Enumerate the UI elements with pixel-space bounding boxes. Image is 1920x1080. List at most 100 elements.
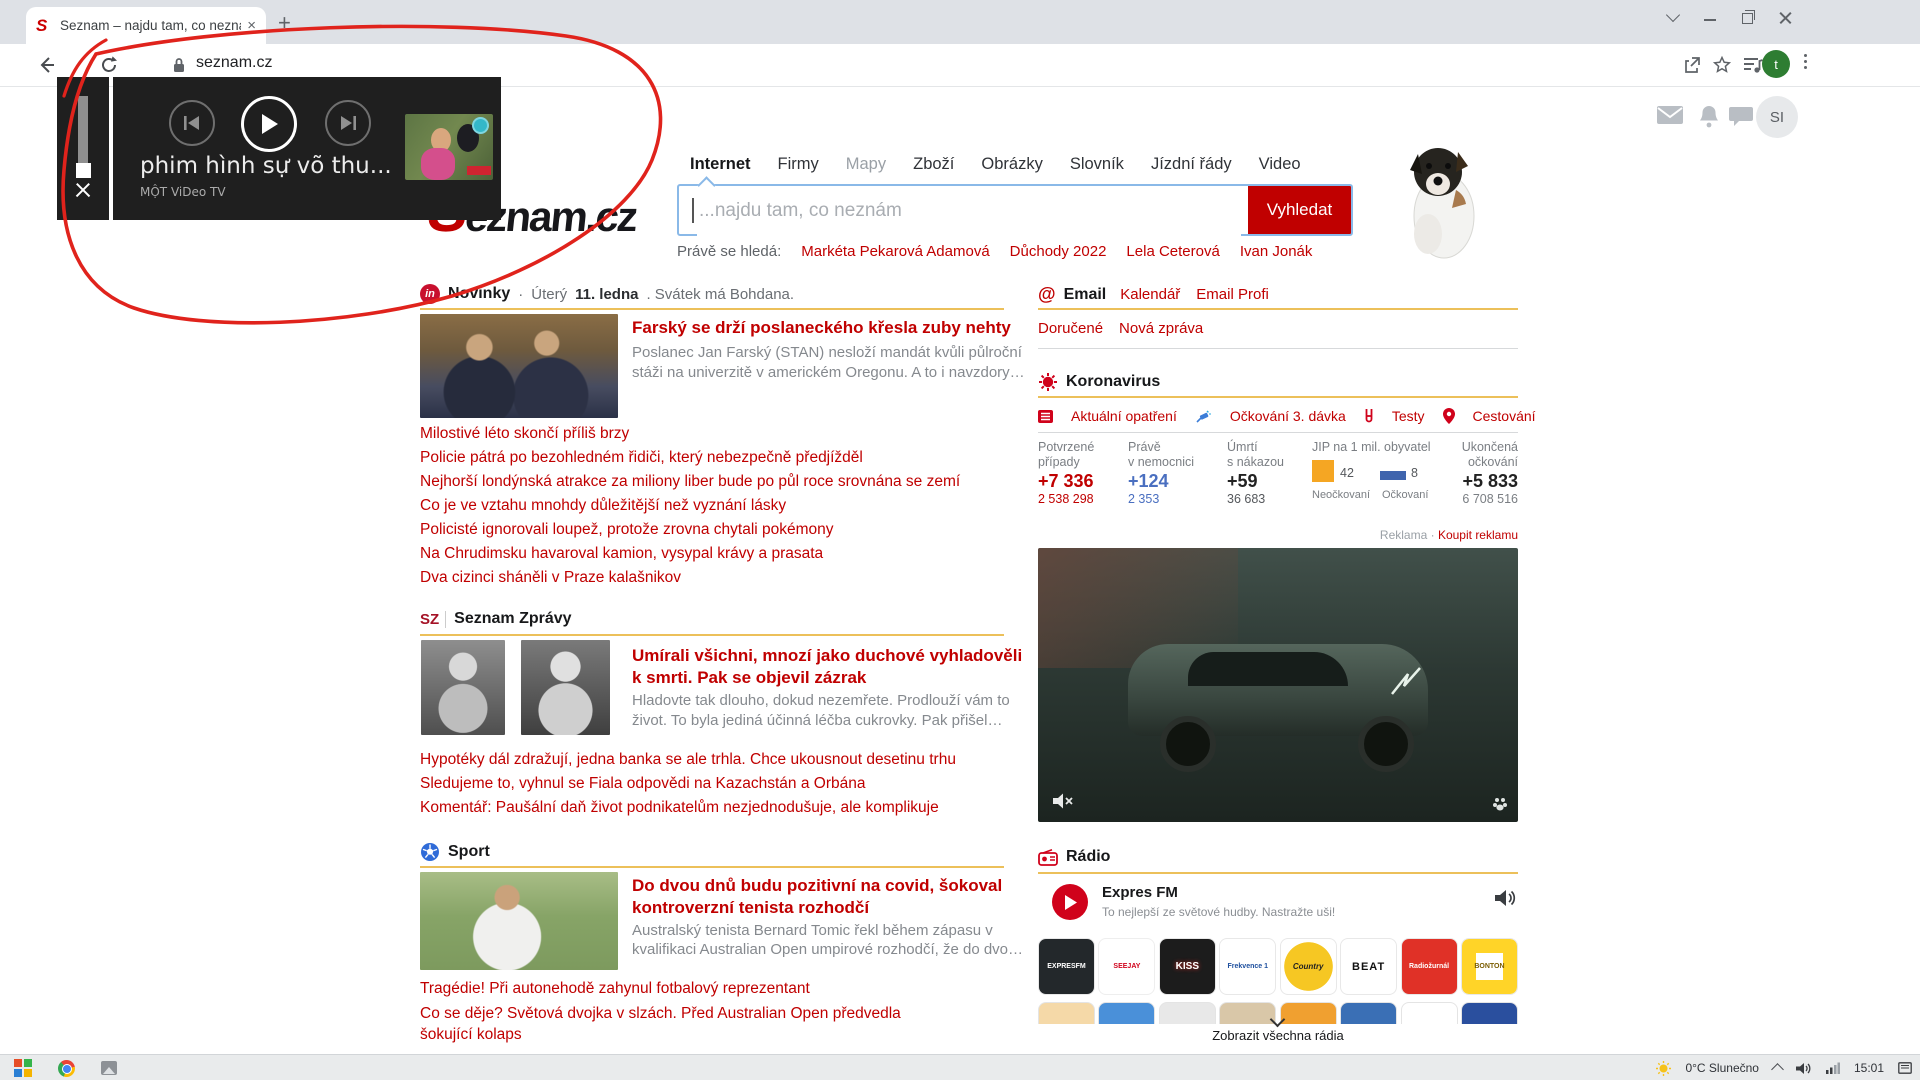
tab-mapy[interactable]: Mapy <box>846 155 886 174</box>
news-link[interactable]: Na Chrudimsku havaroval kamion, vysypal … <box>420 542 1020 566</box>
radio-tile-partial[interactable] <box>1401 1002 1458 1024</box>
previous-track-button[interactable] <box>169 100 215 146</box>
novinky-headline[interactable]: Farský se drží poslaneckého křesla zuby … <box>632 318 1011 338</box>
tab-firmy[interactable]: Firmy <box>778 155 819 174</box>
novinky-article-image[interactable] <box>420 314 618 418</box>
play-button[interactable] <box>241 96 297 152</box>
news-link[interactable]: Komentář: Paušální daň život podnikatelů… <box>420 796 1020 820</box>
tab-obrazky[interactable]: Obrázky <box>981 155 1042 174</box>
sport-article-image[interactable] <box>420 872 618 970</box>
sport-title[interactable]: Sport <box>448 843 490 861</box>
tab-close-icon[interactable]: × <box>247 17 256 34</box>
news-link[interactable]: Policisté ignorovali loupež, protože zro… <box>420 518 1020 542</box>
notification-center-icon[interactable] <box>1898 1062 1912 1074</box>
weather-text[interactable]: 0°C Slunečno <box>1685 1061 1759 1075</box>
tab-jizdni-rady[interactable]: Jízdní řády <box>1151 155 1232 174</box>
start-button[interactable] <box>14 1059 32 1077</box>
car-ad-banner[interactable] <box>1038 548 1518 822</box>
chrome-taskbar-icon[interactable] <box>58 1060 75 1077</box>
search-input[interactable] <box>697 186 1241 236</box>
new-tab-button[interactable]: + <box>278 10 291 36</box>
korona-link[interactable]: Aktuální opatření <box>1071 408 1177 424</box>
volume-slider-thumb[interactable] <box>76 163 91 178</box>
radio-tile-partial[interactable] <box>1098 1002 1155 1024</box>
radio-tile[interactable]: BEAT <box>1340 938 1397 995</box>
new-message-link[interactable]: Nová zpráva <box>1119 320 1203 337</box>
korona-link[interactable]: Testy <box>1392 408 1425 424</box>
notifications-bell-icon[interactable] <box>1698 104 1720 128</box>
window-restore-button[interactable] <box>1742 13 1753 24</box>
volume-slider[interactable] <box>78 96 88 166</box>
inbox-link[interactable]: Doručené <box>1038 320 1103 337</box>
tray-expand-icon[interactable] <box>1771 1063 1784 1076</box>
zpravy-article-image[interactable] <box>421 640 505 735</box>
news-link[interactable]: Sledujeme to, vyhnul se Fiala odpovědi n… <box>420 772 1020 796</box>
reload-button[interactable] <box>98 54 120 76</box>
radio-tile[interactable]: SEEJAY <box>1098 938 1155 995</box>
share-icon[interactable] <box>1682 55 1702 75</box>
radio-tile[interactable]: BONTON <box>1461 938 1518 995</box>
radio-tile[interactable]: Frekvence 1 <box>1219 938 1276 995</box>
bookmark-star-icon[interactable] <box>1712 55 1732 75</box>
news-link[interactable]: Tragédie! Při autonehodě zahynul fotbalo… <box>420 978 920 999</box>
zpravy-article-image[interactable] <box>521 640 610 735</box>
back-button[interactable] <box>36 54 58 76</box>
radio-tile-partial[interactable] <box>1159 1002 1216 1024</box>
radio-tile-partial[interactable] <box>1340 1002 1397 1024</box>
radio-title[interactable]: Rádio <box>1066 848 1110 866</box>
korona-title[interactable]: Koronavirus <box>1066 373 1160 391</box>
news-link[interactable]: Dva cizinci sháněli v Praze kalašnikov <box>420 566 1020 590</box>
photos-taskbar-icon[interactable] <box>101 1061 117 1075</box>
media-controls-icon[interactable] <box>1742 56 1764 74</box>
browser-tab[interactable]: S Seznam – najdu tam, co neznám × <box>26 7 266 44</box>
tab-video[interactable]: Video <box>1259 155 1301 174</box>
trending-link[interactable]: Lela Ceterová <box>1126 243 1219 260</box>
zpravy-title[interactable]: Seznam Zprávy <box>454 610 571 628</box>
news-link[interactable]: Co se děje? Světová dvojka v slzách. Pře… <box>420 1003 920 1045</box>
player-close-icon[interactable] <box>74 181 92 199</box>
tab-slovnik[interactable]: Slovník <box>1070 155 1124 174</box>
radio-tile[interactable]: Country <box>1280 938 1337 995</box>
news-link[interactable]: Hypotéky dál zdražují, jedna banka se al… <box>420 748 1020 772</box>
media-thumbnail[interactable] <box>405 114 493 180</box>
browser-menu-icon[interactable] <box>1804 51 1807 72</box>
radio-station-name[interactable]: Expres FM <box>1102 884 1178 901</box>
radio-tile[interactable]: Radiožurnál <box>1401 938 1458 995</box>
novinky-title[interactable]: Novinky <box>448 285 510 303</box>
news-link[interactable]: Milostivé léto skončí příliš brzy <box>420 422 1020 446</box>
trending-link[interactable]: Důchody 2022 <box>1010 243 1107 260</box>
padlock-icon[interactable] <box>172 57 186 73</box>
url-text[interactable]: seznam.cz <box>196 54 272 72</box>
window-minimize-button[interactable] <box>1704 19 1716 21</box>
next-track-button[interactable] <box>325 100 371 146</box>
tray-network-icon[interactable] <box>1826 1062 1840 1074</box>
tray-volume-icon[interactable] <box>1796 1062 1812 1075</box>
radio-volume-icon[interactable] <box>1494 888 1518 908</box>
email-title[interactable]: Email <box>1064 286 1107 304</box>
zpravy-headline[interactable]: k smrti. Pak se objevil zázrak <box>632 668 866 688</box>
weather-sun-icon[interactable] <box>1656 1061 1671 1076</box>
radio-tile-partial[interactable] <box>1280 1002 1337 1024</box>
radio-play-button[interactable] <box>1052 884 1088 920</box>
radio-tile[interactable]: KISS <box>1159 938 1216 995</box>
browser-profile-avatar[interactable]: t <box>1762 50 1790 78</box>
ad-provider-icon[interactable] <box>1492 796 1508 812</box>
radio-tile-partial[interactable] <box>1038 1002 1095 1024</box>
seznam-profile-avatar[interactable]: SI <box>1756 96 1798 138</box>
trending-link[interactable]: Markéta Pekarová Adamová <box>801 243 989 260</box>
korona-link[interactable]: Očkování 3. dávka <box>1230 408 1346 424</box>
sport-headline[interactable]: Do dvou dnů budu pozitivní na covid, šok… <box>632 876 1002 896</box>
news-link[interactable]: Nejhorší londýnská atrakce za miliony li… <box>420 470 1020 494</box>
ad-mute-icon[interactable] <box>1052 792 1074 810</box>
trending-link[interactable]: Ivan Jonák <box>1240 243 1313 260</box>
tab-search-chevron-icon[interactable] <box>1666 8 1680 22</box>
zpravy-headline[interactable]: Umírali všichni, mnozí jako duchové vyhl… <box>632 646 1022 666</box>
clock-text[interactable]: 15:01 <box>1854 1061 1884 1075</box>
window-close-button[interactable] <box>1779 11 1793 25</box>
korona-link[interactable]: Cestování <box>1473 408 1536 424</box>
chat-bubble-icon[interactable] <box>1728 104 1754 128</box>
news-link[interactable]: Policie pátrá po bezohledném řidiči, kte… <box>420 446 1020 470</box>
email-profi-link[interactable]: Email Profi <box>1196 286 1269 303</box>
search-button[interactable]: Vyhledat <box>1248 186 1351 234</box>
news-link[interactable]: Co je ve vztahu mnohdy důležitější než v… <box>420 494 1020 518</box>
